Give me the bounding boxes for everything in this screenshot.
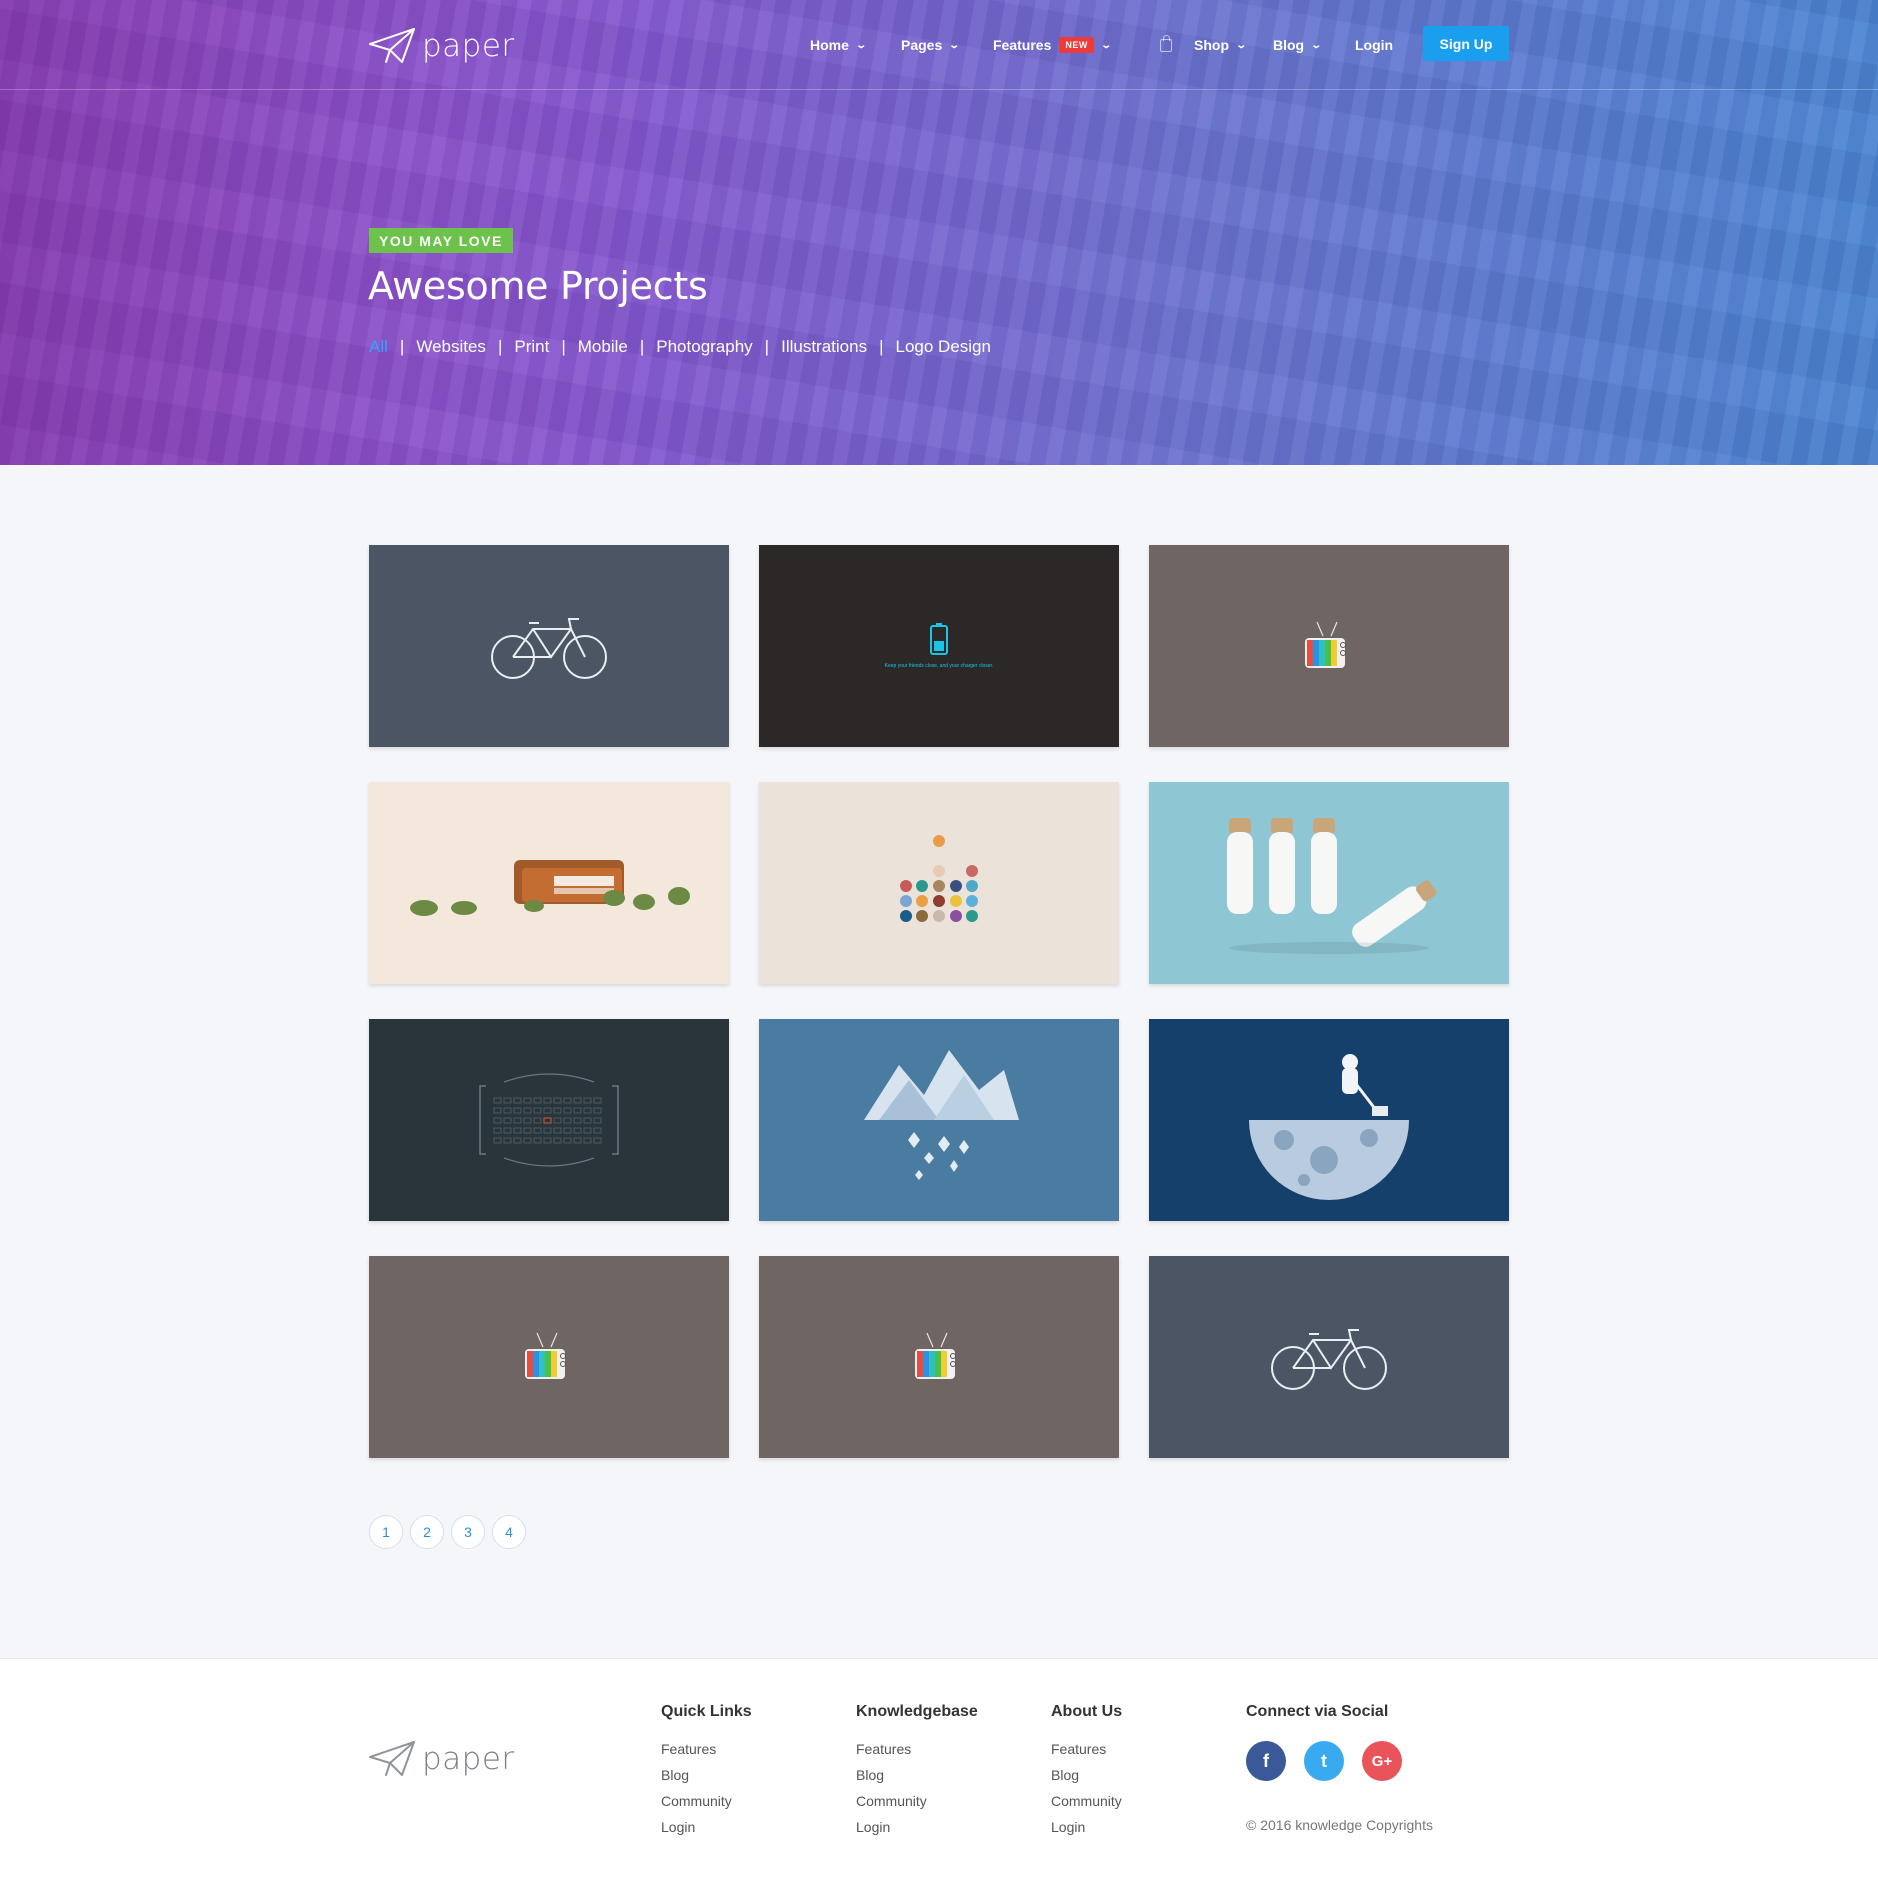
- retro-tv-illustration: [915, 1332, 956, 1379]
- nav-item-features[interactable]: Features NEW ⌄: [993, 37, 1112, 53]
- shopping-bag-icon: [1160, 34, 1172, 52]
- footer-link[interactable]: Community: [856, 1793, 978, 1809]
- project-card-bicycle[interactable]: [1149, 1256, 1509, 1458]
- bicycle-illustration: [491, 618, 607, 679]
- project-card-retro-tv[interactable]: [1149, 545, 1509, 747]
- project-card-retro-tv[interactable]: [369, 1256, 729, 1458]
- footer-column-knowledgebase: Knowledgebase Features Blog Community Lo…: [856, 1703, 978, 1845]
- camera-focus-illustration: [479, 1073, 619, 1167]
- brand-name: paper: [422, 1741, 515, 1777]
- project-card-camera-focus[interactable]: [369, 1019, 729, 1221]
- filter-all[interactable]: All: [369, 337, 388, 357]
- hero: paper Home ⌄ Pages ⌄ Features NEW ⌄ Shop…: [0, 0, 1878, 465]
- nav-item-home[interactable]: Home ⌄: [810, 37, 867, 53]
- color-dots-illustration: [900, 835, 978, 922]
- filter-separator: |: [639, 337, 645, 356]
- chevron-down-icon: ⌄: [855, 39, 867, 51]
- footer-link[interactable]: Blog: [1051, 1767, 1122, 1783]
- bottles-illustration: [1227, 818, 1437, 954]
- filter-print[interactable]: Print: [514, 337, 549, 357]
- nav-item-label: Blog: [1273, 37, 1305, 53]
- page-title: Awesome Projects: [368, 264, 708, 308]
- filter-separator: |: [561, 337, 566, 356]
- retro-tv-illustration: [1305, 621, 1346, 668]
- footer-link[interactable]: Blog: [661, 1767, 752, 1783]
- footer-column-title: Connect via Social: [1246, 1703, 1389, 1720]
- battery-caption: Keep your friends close, and your charge…: [884, 663, 994, 669]
- project-card-color-dots[interactable]: [759, 782, 1119, 984]
- footer-column-title: About Us: [1051, 1703, 1123, 1720]
- nav-item-label: Features: [993, 37, 1052, 53]
- footer-link[interactable]: Blog: [856, 1767, 978, 1783]
- facebook-icon[interactable]: f: [1246, 1741, 1286, 1781]
- battery-illustration: [929, 623, 948, 655]
- pagination: 1 2 3 4: [369, 1515, 526, 1549]
- footer-column-about-us: About Us Features Blog Community Login: [1051, 1703, 1122, 1845]
- chevron-down-icon: ⌄: [1310, 39, 1323, 51]
- project-card-battery[interactable]: Keep your friends close, and your charge…: [759, 545, 1119, 747]
- chevron-down-icon: ⌄: [948, 39, 961, 51]
- filter-photography[interactable]: Photography: [656, 337, 752, 357]
- sign-up-button[interactable]: Sign Up: [1423, 26, 1509, 61]
- moon-mower-illustration: [1249, 1054, 1409, 1200]
- footer-link[interactable]: Login: [661, 1819, 752, 1835]
- filter-separator: |: [497, 337, 503, 356]
- wallet-money-illustration: [410, 860, 690, 916]
- crystal-mountain-illustration: [864, 1050, 1019, 1180]
- nav-item-blog[interactable]: Blog ⌄: [1273, 37, 1323, 53]
- footer-link[interactable]: Community: [661, 1793, 752, 1809]
- footer-link[interactable]: Community: [1051, 1793, 1122, 1809]
- project-card-wallet-money[interactable]: [369, 782, 729, 984]
- nav-item-login[interactable]: Login: [1355, 37, 1393, 53]
- filter-mobile[interactable]: Mobile: [578, 337, 628, 357]
- footer-link[interactable]: Features: [661, 1741, 752, 1757]
- footer-link[interactable]: Features: [856, 1741, 978, 1757]
- chevron-down-icon: ⌄: [1100, 39, 1112, 51]
- footer-brand-logo[interactable]: paper: [368, 1739, 515, 1779]
- footer-column-title: Knowledgebase: [856, 1703, 978, 1720]
- page-4-button[interactable]: 4: [492, 1515, 526, 1549]
- nav-item-shop[interactable]: Shop ⌄: [1160, 34, 1248, 53]
- hero-kicker-label: YOU MAY LOVE: [369, 228, 513, 253]
- nav-item-pages[interactable]: Pages ⌄: [901, 37, 961, 53]
- google-plus-icon[interactable]: G+: [1362, 1741, 1402, 1781]
- page-2-button[interactable]: 2: [410, 1515, 444, 1549]
- filter-separator: |: [399, 337, 405, 356]
- project-card-moon-mower[interactable]: [1149, 1019, 1509, 1221]
- filter-separator: |: [879, 337, 884, 356]
- project-card-bicycle[interactable]: [369, 545, 729, 747]
- top-navbar: paper Home ⌄ Pages ⌄ Features NEW ⌄ Shop…: [0, 0, 1878, 90]
- filter-separator: |: [764, 337, 770, 356]
- nav-item-label: Home: [810, 37, 849, 53]
- page-1-button[interactable]: 1: [369, 1515, 403, 1549]
- footer-link[interactable]: Features: [1051, 1741, 1122, 1757]
- filter-websites[interactable]: Websites: [416, 337, 486, 357]
- paper-plane-icon: [369, 1741, 415, 1776]
- new-badge: NEW: [1059, 37, 1094, 53]
- footer: paper Quick Links Features Blog Communit…: [0, 1658, 1878, 1880]
- filter-logo-design[interactable]: Logo Design: [896, 337, 991, 357]
- nav-item-label: Pages: [901, 37, 943, 53]
- project-filter-bar: All | Websites | Print | Mobile | Photog…: [369, 337, 991, 357]
- footer-column-quick-links: Quick Links Features Blog Community Logi…: [661, 1703, 752, 1845]
- chevron-down-icon: ⌄: [1235, 39, 1248, 51]
- project-card-retro-tv[interactable]: [759, 1256, 1119, 1458]
- twitter-icon[interactable]: t: [1304, 1741, 1344, 1781]
- filter-illustrations[interactable]: Illustrations: [781, 337, 867, 357]
- social-links: f t G+: [1246, 1741, 1433, 1781]
- footer-link[interactable]: Login: [856, 1819, 978, 1835]
- footer-column-title: Quick Links: [661, 1703, 752, 1720]
- nav-item-label: Login: [1355, 37, 1394, 53]
- retro-tv-illustration: [525, 1332, 566, 1379]
- bicycle-illustration: [1271, 1329, 1387, 1390]
- footer-column-social: Connect via Social f t G+ © 2016 knowled…: [1246, 1703, 1433, 1833]
- main-nav: Home ⌄ Pages ⌄ Features NEW ⌄ Shop ⌄ Blo…: [0, 30, 1878, 60]
- page-3-button[interactable]: 3: [451, 1515, 485, 1549]
- nav-item-label: Shop: [1194, 37, 1229, 53]
- project-grid: Keep your friends close, and your charge…: [369, 545, 1510, 1458]
- copyright-text: © 2016 knowledge Copyrights: [1246, 1817, 1433, 1833]
- project-card-crystal-mountain[interactable]: [759, 1019, 1119, 1221]
- footer-link[interactable]: Login: [1051, 1819, 1122, 1835]
- project-card-bottles[interactable]: [1149, 782, 1509, 984]
